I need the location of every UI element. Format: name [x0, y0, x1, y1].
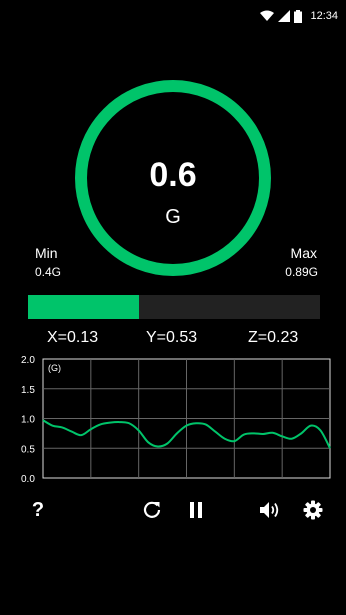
sound-button[interactable]: [256, 496, 284, 524]
wifi-icon: [260, 10, 275, 21]
max-label: Max: [290, 245, 317, 261]
pause-button[interactable]: [182, 496, 210, 524]
y-tick-label: 1.5: [21, 385, 35, 396]
history-chart: 2.0 1.5 1.0 0.5 0.0 (G): [21, 356, 331, 485]
battery-icon: [294, 9, 303, 23]
clock: 12:34: [310, 10, 338, 22]
volume-icon: [260, 502, 279, 518]
reset-button[interactable]: [138, 496, 166, 524]
gforce-value: 0.6: [149, 156, 197, 194]
min-value: 0.4G: [35, 265, 62, 279]
level-bar: [28, 295, 320, 319]
gforce-gauge: 0.6 G: [75, 80, 271, 276]
status-bar: 12:34: [0, 0, 346, 32]
axis-y-value: Y=0.53: [146, 329, 198, 346]
signal-icon: [278, 10, 291, 22]
help-button[interactable]: ?: [24, 496, 52, 524]
y-tick-label: 1.0: [21, 415, 35, 426]
toolbar: ?: [0, 496, 346, 526]
status-icons: 12:34: [260, 9, 338, 23]
axis-x-value: X=0.13: [47, 329, 99, 346]
axis-z-value: Z=0.23: [248, 329, 299, 346]
settings-button[interactable]: [299, 496, 327, 524]
level-bar-fill: [28, 295, 139, 319]
pause-icon: [190, 502, 202, 518]
chart-unit-label: (G): [48, 363, 61, 373]
y-tick-label: 0.0: [21, 474, 35, 485]
axis-readouts: X=0.13 Y=0.53 Z=0.23: [0, 329, 346, 349]
settings-icon: [303, 500, 323, 520]
gforce-unit: G: [165, 206, 181, 228]
y-tick-label: 0.5: [21, 444, 35, 455]
y-tick-label: 2.0: [21, 356, 35, 366]
max-value: 0.89G: [285, 265, 318, 279]
min-label: Min: [35, 245, 58, 261]
help-icon: ?: [31, 498, 45, 521]
reset-icon: [143, 501, 161, 518]
